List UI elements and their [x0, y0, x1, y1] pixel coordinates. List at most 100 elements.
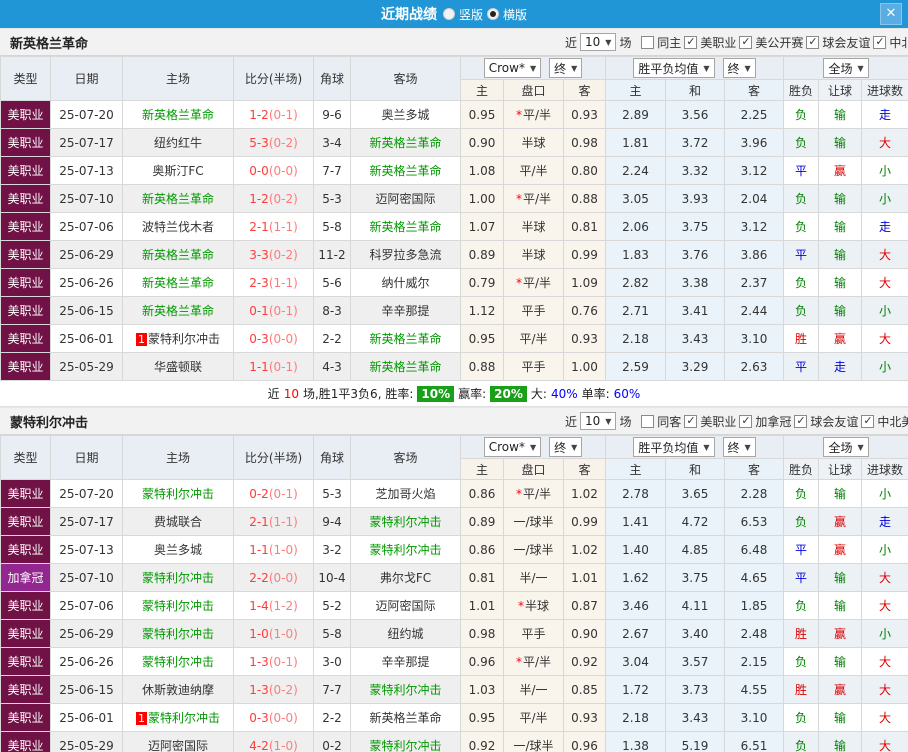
odds-handicap: *半球 — [503, 591, 564, 620]
chevron-down-icon: ▼ — [571, 63, 578, 73]
scope-select[interactable]: 全场 ▼ — [823, 58, 869, 78]
final-select-1[interactable]: 终 ▼ — [549, 58, 583, 78]
avg-draw: 4.85 — [665, 535, 726, 564]
odds-away: 0.96 — [562, 731, 607, 752]
home-team: 费城联合 — [122, 507, 234, 536]
scope-select[interactable]: 全场 ▼ — [823, 437, 869, 457]
halftime-score: (0-0) — [268, 710, 298, 725]
league-checkbox-1[interactable] — [739, 414, 753, 428]
odds-away: 0.93 — [562, 100, 607, 129]
league-type-badge: 美职业 — [0, 731, 51, 752]
avg-home: 1.83 — [605, 240, 667, 269]
odds-home: 0.89 — [460, 240, 504, 269]
odds-home: 0.89 — [460, 507, 504, 536]
away-team: 新英格兰革命 — [350, 156, 461, 185]
result-goals: 大 — [861, 268, 908, 297]
avg-draw: 3.40 — [665, 619, 726, 648]
match-row: 美职业 25-07-20 新英格兰革命 1-2(0-1) 9-6 奥兰多城 0.95 *平/半… — [0, 100, 908, 129]
final-select-2[interactable]: 终 ▼ — [722, 437, 756, 457]
odds-away: 1.09 — [562, 268, 607, 297]
chevron-down-icon: ▼ — [744, 63, 751, 73]
result-handicap: 赢 — [818, 324, 863, 353]
league-checkbox-label: 中北美杯 — [877, 414, 908, 429]
summary-record: 场,胜1平3负6, 胜率: — [302, 387, 414, 401]
horizontal-layout-radio[interactable] — [487, 8, 499, 20]
score: 0-2(0-1) — [233, 479, 314, 508]
fulltime-score: 0-2 — [249, 486, 269, 501]
avg-odds-select[interactable]: 胜平负均值 ▼ — [633, 437, 715, 457]
odds-home: 1.08 — [460, 156, 504, 185]
same-venue-checkbox[interactable] — [641, 35, 655, 49]
league-checkbox-0[interactable] — [684, 414, 698, 428]
result-goals: 大 — [861, 128, 908, 157]
avg-home: 2.82 — [605, 268, 667, 297]
avg-away: 2.37 — [724, 268, 785, 297]
match-row: 美职业 25-06-26 蒙特利尔冲击 1-3(0-1) 3-0 辛辛那提 0.96 *平/半… — [0, 647, 908, 676]
match-count-select[interactable]: 10 ▼ — [580, 33, 617, 51]
table-header-row-1: 类型 日期 主场 比分(半场) 角球 客场 Crow* ▼ 终 ▼ 胜平负均值 ▼ 终 ▼ 全场 ▼ — [0, 435, 908, 480]
away-team: 科罗拉多急流 — [350, 240, 461, 269]
match-row: 美职业 25-07-06 波特兰伐木者 2-1(1-1) 5-8 新英格兰革命 1.07 半球… — [0, 212, 908, 241]
rank-badge: 1 — [135, 333, 147, 346]
final-select-1-value: 终 — [554, 440, 567, 455]
home-team: 新英格兰革命 — [122, 268, 234, 297]
fulltime-score: 1-2 — [249, 191, 269, 206]
match-count-select-value: 10 — [585, 414, 601, 428]
match-count-select[interactable]: 10 ▼ — [580, 412, 617, 430]
chevron-down-icon: ▼ — [571, 442, 578, 452]
chevron-down-icon: ▼ — [744, 442, 751, 452]
result-goals: 小 — [861, 479, 908, 508]
match-row: 美职业 25-06-15 新英格兰革命 0-1(0-1) 8-3 辛辛那提 1.12 平手 0.… — [0, 296, 908, 325]
final-select-1[interactable]: 终 ▼ — [549, 437, 583, 457]
league-type-badge: 美职业 — [0, 675, 51, 704]
avg-home: 2.18 — [605, 703, 667, 732]
odds-away: 0.98 — [562, 128, 607, 157]
away-team: 芝加哥火焰 — [350, 479, 461, 508]
scope-select-value: 全场 — [828, 61, 853, 76]
result-handicap: 赢 — [818, 535, 863, 564]
close-icon[interactable]: ✕ — [880, 3, 902, 25]
result-handicap: 输 — [818, 268, 863, 297]
league-checkbox-3[interactable] — [861, 414, 875, 428]
same-venue-checkbox[interactable] — [641, 414, 655, 428]
match-date: 25-07-20 — [50, 479, 123, 508]
handicap-rate-badge: 20% — [490, 385, 527, 402]
match-row: 美职业 25-07-10 新英格兰革命 1-2(0-2) 5-3 迈阿密国际 1.00 *平/… — [0, 184, 908, 213]
match-date: 25-07-06 — [50, 212, 123, 241]
match-date: 25-06-29 — [50, 619, 123, 648]
odds-home: 0.88 — [460, 352, 504, 381]
odds-dropdown-group: Crow* ▼ 终 ▼ — [462, 58, 605, 78]
final-select-2[interactable]: 终 ▼ — [722, 58, 756, 78]
match-date: 25-06-26 — [50, 268, 123, 297]
league-checkbox-3[interactable] — [873, 35, 887, 49]
odds-away: 1.02 — [562, 479, 607, 508]
league-type-badge: 美职业 — [0, 296, 51, 325]
odds-home: 0.96 — [460, 647, 504, 676]
home-team: 奥斯汀FC — [122, 156, 234, 185]
league-checkbox-2[interactable] — [806, 35, 820, 49]
sections-container: 新英格兰革命近10▼场 同主美职业美公开赛球会友谊中北美杯类型日期主场比分(半场… — [0, 28, 908, 752]
odds-home: 1.01 — [460, 591, 504, 620]
halftime-score: (0-1) — [268, 303, 298, 318]
chevron-down-icon: ▼ — [857, 63, 864, 73]
chevron-down-icon: ▼ — [703, 63, 710, 73]
corner-count: 7-7 — [313, 156, 351, 185]
league-checkbox-1[interactable] — [739, 35, 753, 49]
halftime-score: (0-1) — [268, 107, 298, 122]
bookmaker-select[interactable]: Crow* ▼ — [483, 58, 542, 78]
result-goals: 小 — [861, 184, 908, 213]
chevron-down-icon: ▼ — [703, 442, 710, 452]
league-checkbox-2[interactable] — [794, 414, 808, 428]
result-goals: 走 — [861, 507, 908, 536]
league-type-badge: 美职业 — [0, 100, 51, 129]
away-team: 纳什威尔 — [350, 268, 461, 297]
result-handicap: 输 — [818, 296, 863, 325]
avg-odds-select[interactable]: 胜平负均值 ▼ — [633, 58, 715, 78]
away-team: 蒙特利尔冲击 — [350, 675, 461, 704]
league-checkbox-0[interactable] — [684, 35, 698, 49]
result-handicap: 输 — [818, 128, 863, 157]
bookmaker-select[interactable]: Crow* ▼ — [483, 437, 542, 457]
odds-handicap: 一/球半 — [503, 535, 564, 564]
odds-home: 1.07 — [460, 212, 504, 241]
vertical-layout-radio[interactable] — [442, 8, 455, 20]
